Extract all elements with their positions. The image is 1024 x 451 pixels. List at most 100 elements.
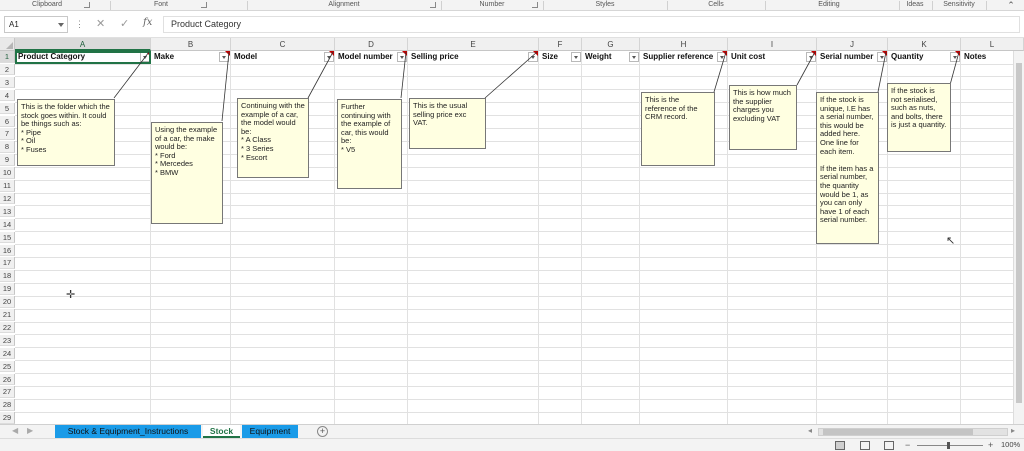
scroll-right-icon[interactable]: ▸ [1011,426,1015,435]
select-all-button[interactable] [0,38,15,51]
dialog-launcher-icon[interactable] [84,2,90,8]
row-header[interactable]: 21 [0,309,15,321]
dialog-launcher-icon[interactable] [532,2,538,8]
row-header[interactable]: 11 [0,180,15,192]
chevron-down-icon[interactable] [58,23,64,27]
scroll-left-icon[interactable]: ◂ [808,426,812,435]
row-header[interactable]: 27 [0,386,15,398]
dialog-launcher-icon[interactable] [201,2,207,8]
row-header[interactable]: 9 [0,154,15,166]
row-header[interactable]: 15 [0,231,15,244]
column-header-a[interactable]: A [15,38,151,51]
header-cell-model[interactable]: Model [231,51,323,63]
row-header[interactable]: 5 [0,102,15,115]
row-header[interactable]: 12 [0,192,15,205]
row-header[interactable]: 10 [0,167,15,179]
row-header[interactable]: 29 [0,412,15,424]
more-options-icon[interactable]: ⋮ [75,19,84,30]
zoom-level[interactable]: 100% [1001,440,1020,449]
header-cell-serial-number[interactable]: Serial number [817,51,877,63]
comment-indicator-icon[interactable] [722,51,727,56]
column-header-d[interactable]: D [335,38,408,51]
ribbon-group-sensitivity[interactable]: Sensitivity [933,0,985,11]
header-cell-supplier-reference[interactable]: Supplier reference [640,51,717,63]
header-cell-notes[interactable]: Notes [961,51,1013,63]
cancel-icon[interactable]: ✕ [96,17,105,30]
insert-function-icon[interactable]: fx [143,17,152,28]
column-header-e[interactable]: E [408,38,539,51]
row-header[interactable]: 28 [0,399,15,411]
column-header-f[interactable]: F [539,38,582,51]
column-header-h[interactable]: H [640,38,728,51]
horizontal-scrollbar[interactable] [818,428,1008,436]
page-break-preview-icon[interactable] [884,441,894,450]
row-header[interactable]: 13 [0,205,15,218]
comment-note-make[interactable]: Using the example of a car, the make wou… [151,122,223,224]
row-header[interactable]: 24 [0,347,15,360]
comment-note-model[interactable]: Continuing with the example of a car, th… [237,98,309,178]
collapse-ribbon-icon[interactable]: ⌃ [1004,0,1018,11]
row-header[interactable]: 19 [0,283,15,295]
row-header[interactable]: 16 [0,244,15,256]
row-header[interactable]: 1 [0,51,15,63]
row-header[interactable]: 23 [0,334,15,347]
ribbon-group-alignment[interactable]: Alignment [248,0,440,11]
comment-note-unit-cost[interactable]: This is how much the supplier charges yo… [729,85,797,150]
ribbon-group-styles[interactable]: Styles [544,0,666,11]
ribbon-group-number[interactable]: Number [442,0,542,11]
zoom-out-icon[interactable]: − [905,440,910,450]
zoom-in-icon[interactable]: + [988,440,993,450]
formula-input[interactable]: Product Category [163,16,1020,33]
sheet-tab-equipment[interactable]: Equipment [242,425,298,438]
header-cell-unit-cost[interactable]: Unit cost [728,51,805,63]
page-layout-view-icon[interactable] [860,441,870,450]
column-header-g[interactable]: G [582,38,640,51]
row-header[interactable]: 6 [0,115,15,127]
comment-indicator-icon[interactable] [811,51,816,56]
ribbon-group-editing[interactable]: Editing [766,0,892,11]
filter-dropdown-icon[interactable] [629,52,639,62]
scrollbar-thumb[interactable] [1016,63,1022,403]
vertical-scrollbar[interactable] [1013,51,1024,424]
header-cell-weight[interactable]: Weight [582,51,628,63]
comment-indicator-icon[interactable] [882,51,887,56]
comment-indicator-icon[interactable] [402,51,407,56]
row-header[interactable]: 4 [0,89,15,102]
comment-indicator-icon[interactable] [225,51,230,56]
add-sheet-icon[interactable]: + [317,426,328,437]
header-cell-quantity[interactable]: Quantity [888,51,949,63]
next-sheet-icon[interactable]: ▶ [27,426,33,435]
column-header-c[interactable]: C [231,38,335,51]
comment-note-serial-number[interactable]: If the stock is unique, I.E has a serial… [816,92,879,244]
ribbon-group-ideas[interactable]: Ideas [900,0,930,11]
comment-note-supplier-reference[interactable]: This is the reference of the CRM record. [641,92,715,166]
row-header[interactable]: 14 [0,218,15,231]
filter-dropdown-icon[interactable] [571,52,581,62]
row-header[interactable]: 18 [0,270,15,282]
comment-note-selling-price[interactable]: This is the usual selling price exc VAT. [409,98,486,149]
header-cell-make[interactable]: Make [151,51,217,63]
previous-sheet-icon[interactable]: ◀ [12,426,18,435]
row-header[interactable]: 8 [0,141,15,153]
dialog-launcher-icon[interactable] [430,2,436,8]
scrollbar-thumb[interactable] [823,429,973,435]
enter-icon[interactable]: ✓ [120,17,129,30]
header-cell-selling-price[interactable]: Selling price [408,51,526,63]
comment-indicator-icon[interactable] [329,51,334,56]
comment-indicator-icon[interactable] [955,51,960,56]
ribbon-group-cells[interactable]: Cells [668,0,764,11]
header-cell-model-number[interactable]: Model number [335,51,397,63]
row-header[interactable]: 22 [0,321,15,334]
zoom-slider-thumb[interactable] [947,442,950,449]
row-header[interactable]: 20 [0,296,15,308]
comment-note-quantity[interactable]: If the stock is not serialised, such as … [887,83,951,152]
sheet-tab-stock[interactable]: Stock [203,425,240,438]
comment-note-product-category[interactable]: This is the folder which the stock goes … [17,99,115,166]
column-header-b[interactable]: B [151,38,231,51]
comment-indicator-icon[interactable] [533,51,538,56]
ribbon-group-font[interactable]: Font [111,0,211,11]
zoom-slider[interactable] [917,445,983,446]
column-header-l[interactable]: L [961,38,1024,51]
sheet-tab-instructions[interactable]: Stock & Equipment_Instructions [55,425,201,438]
header-cell-size[interactable]: Size [539,51,570,63]
